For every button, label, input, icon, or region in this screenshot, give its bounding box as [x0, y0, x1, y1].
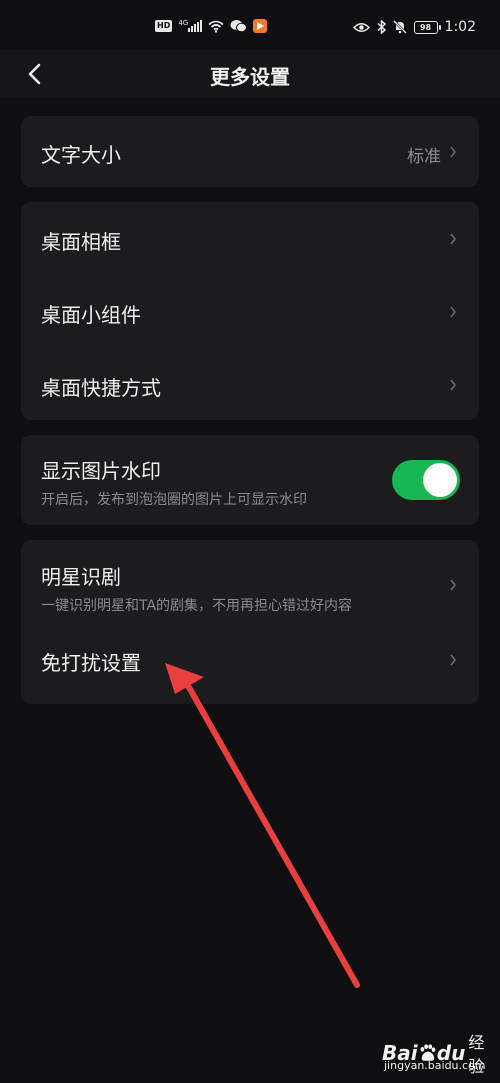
watermark-url: jingyan.baidu.com [384, 1059, 486, 1072]
baidu-jingyan-watermark: Bai du 经验 jingyan.baidu.com [382, 1027, 492, 1079]
annotation-arrow [165, 663, 360, 988]
